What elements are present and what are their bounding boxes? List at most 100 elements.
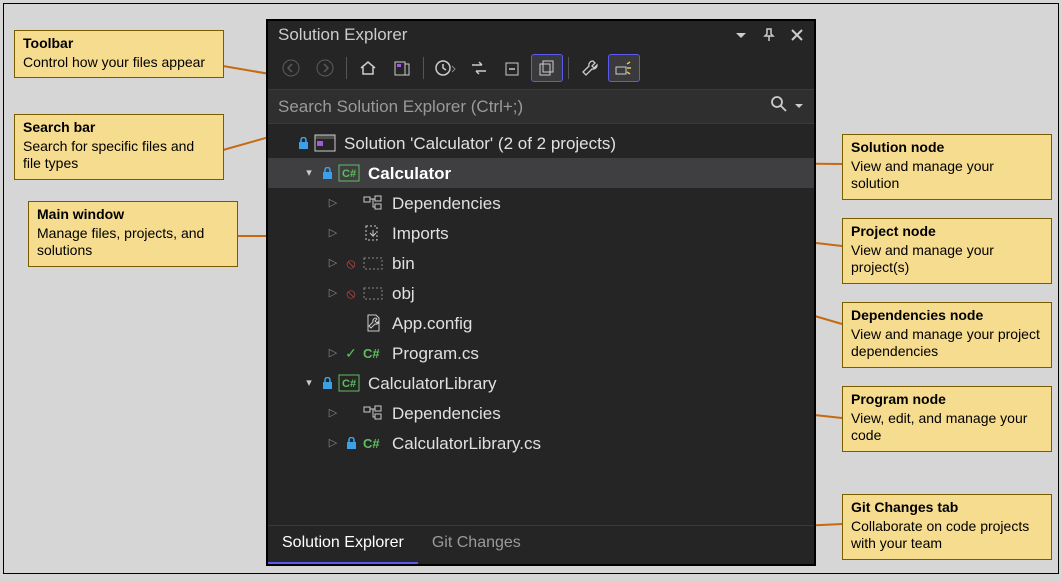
dependencies-node[interactable]: ▷ Dependencies [268,188,814,218]
back-button[interactable] [276,55,306,81]
csharp-file-icon: C# [362,343,384,363]
callout-main-title: Main window [37,206,229,224]
imports-node[interactable]: ▷ Imports [268,218,814,248]
pin-icon[interactable] [760,26,778,44]
tab-solution-explorer[interactable]: Solution Explorer [268,526,418,564]
sync-button[interactable] [464,55,494,81]
tree-item-label: Imports [392,225,449,242]
dependencies-node[interactable]: ▷ Dependencies [268,398,814,428]
csharp-project-icon: C# [338,163,360,183]
callout-git-title: Git Changes tab [851,499,1043,517]
excluded-icon: ⦸ [344,286,358,300]
forward-button[interactable] [310,55,340,81]
callout-dependencies-desc: View and manage your project dependencie… [851,326,1040,360]
callout-solution-desc: View and manage your solution [851,158,994,192]
search-placeholder: Search Solution Explorer (Ctrl+;) [278,97,523,117]
callout-search-desc: Search for specific files and file types [23,138,194,172]
csharp-project-icon: C# [338,373,360,393]
tree-item-label: obj [392,285,415,302]
pending-changes-filter-button[interactable] [430,55,460,81]
checkmark-icon: ✓ [344,346,358,360]
collapse-all-button[interactable] [498,55,528,81]
callout-program-title: Program node [851,391,1043,409]
search-bar[interactable]: Search Solution Explorer (Ctrl+;) [268,89,814,124]
show-all-files-button[interactable] [532,55,562,81]
solution-explorer-panel: Solution Explorer [266,19,816,566]
chevron-right-icon[interactable]: ▷ [326,228,340,239]
chevron-right-icon[interactable]: ▷ [326,288,340,299]
callout-toolbar: Toolbar Control how your files appear [14,30,224,78]
chevron-right-icon[interactable]: ▷ [326,438,340,449]
excluded-icon: ⦸ [344,256,358,270]
csharp-file-icon: C# [362,433,384,453]
diagram-frame: Toolbar Control how your files appear Se… [3,3,1059,574]
tab-git-changes[interactable]: Git Changes [418,526,535,564]
callout-dependencies-title: Dependencies node [851,307,1043,325]
callout-solution-title: Solution node [851,139,1043,157]
chevron-right-icon[interactable]: ▷ [326,408,340,419]
chevron-right-icon[interactable]: ▷ [326,198,340,209]
callout-git: Git Changes tab Collaborate on code proj… [842,494,1052,560]
toolbar-separator [346,57,347,79]
toolbar [268,51,814,89]
hidden-folder-icon [362,253,384,273]
chevron-right-icon[interactable]: ▷ [326,258,340,269]
svg-text:C#: C# [363,436,380,451]
search-dropdown-icon[interactable] [794,98,804,116]
callout-program: Program node View, edit, and manage your… [842,386,1052,452]
title-bar: Solution Explorer [268,21,814,51]
properties-button[interactable] [575,55,605,81]
toolbar-separator [423,57,424,79]
callout-project-title: Project node [851,223,1043,241]
config-file-icon [362,313,384,333]
solution-icon [314,133,336,153]
tree-item-label: App.config [392,315,472,332]
callout-dependencies: Dependencies node View and manage your p… [842,302,1052,368]
callout-main-desc: Manage files, projects, and solutions [37,225,204,259]
dependencies-icon [362,193,384,213]
lock-icon [344,437,358,450]
bin-node[interactable]: ▷ ⦸ bin [268,248,814,278]
callout-search-title: Search bar [23,119,215,137]
lock-icon [320,377,334,390]
svg-text:C#: C# [342,378,356,390]
callout-solution: Solution node View and manage your solut… [842,134,1052,200]
chevron-down-icon[interactable]: ▾ [302,378,316,389]
tree-item-label: CalculatorLibrary.cs [392,435,541,452]
search-icon[interactable] [770,95,788,118]
project-node-calculator[interactable]: ▾ C# Calculator [268,158,814,188]
solution-label: Solution 'Calculator' (2 of 2 projects) [344,135,616,152]
bottom-tabs: Solution Explorer Git Changes [268,525,814,564]
tree-item-label: Dependencies [392,195,501,212]
project-label: CalculatorLibrary [368,375,497,392]
window-options-icon[interactable] [732,26,750,44]
switch-views-button[interactable] [387,55,417,81]
tree-item-label: Program.cs [392,345,479,362]
svg-text:C#: C# [342,168,356,180]
tree-item-label: Dependencies [392,405,501,422]
callout-git-desc: Collaborate on code projects with your t… [851,518,1029,552]
callout-project-desc: View and manage your project(s) [851,242,994,276]
imports-icon [362,223,384,243]
appconfig-node[interactable]: App.config [268,308,814,338]
callout-program-desc: View, edit, and manage your code [851,410,1027,444]
chevron-right-icon[interactable]: ▷ [326,348,340,359]
program-node[interactable]: ▷ ✓ C# Program.cs [268,338,814,368]
callout-project: Project node View and manage your projec… [842,218,1052,284]
close-icon[interactable] [788,26,806,44]
project-node-calculatorlibrary[interactable]: ▾ C# CalculatorLibrary [268,368,814,398]
dependencies-icon [362,403,384,423]
callout-search: Search bar Search for specific files and… [14,114,224,180]
project-label: Calculator [368,165,451,182]
svg-text:C#: C# [363,346,380,361]
toolbar-separator [568,57,569,79]
lock-icon [296,137,310,150]
home-button[interactable] [353,55,383,81]
lock-icon [320,167,334,180]
chevron-down-icon[interactable]: ▾ [302,168,316,179]
solution-node[interactable]: Solution 'Calculator' (2 of 2 projects) [268,128,814,158]
preview-button[interactable] [609,55,639,81]
calculatorlibrary-file-node[interactable]: ▷ C# CalculatorLibrary.cs [268,428,814,458]
panel-title: Solution Explorer [278,25,407,45]
obj-node[interactable]: ▷ ⦸ obj [268,278,814,308]
